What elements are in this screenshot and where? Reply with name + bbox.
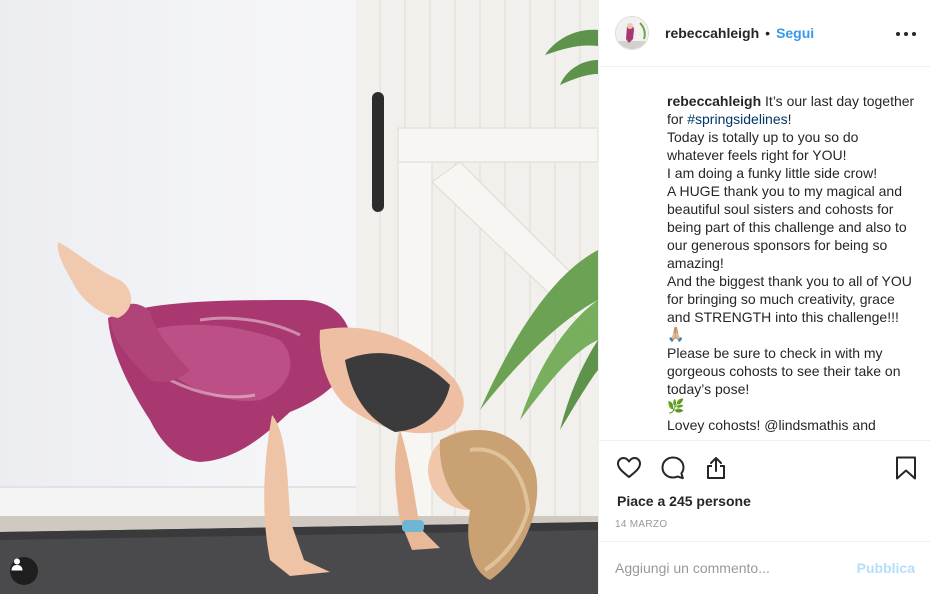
user-tags-button[interactable] [10, 557, 38, 585]
post-date[interactable]: 14 MARZO [615, 519, 667, 530]
bookmark-icon[interactable] [893, 455, 919, 481]
avatar-image [616, 17, 648, 49]
caption: rebeccahleigh It’s our last day together… [667, 92, 919, 434]
share-icon[interactable] [703, 455, 729, 481]
post-photo[interactable] [0, 0, 598, 594]
post-actions-section: Piace a 245 persone 14 MARZO [599, 440, 930, 530]
follow-button[interactable]: Segui [776, 25, 814, 41]
caption-emoji-herb: 🌿 [667, 399, 685, 415]
hashtag-link[interactable]: #springsidelines [687, 111, 787, 127]
caption-line: Today is totally up to you so do whateve… [667, 129, 859, 163]
yoga-photo-illustration [0, 0, 598, 594]
caption-exclaim: ! [787, 111, 792, 127]
caption-line: Lovey cohosts! @lindsmathis and [667, 417, 876, 433]
avatar[interactable] [615, 16, 649, 50]
person-icon [11, 558, 23, 571]
post-header: rebeccahleigh • Segui [599, 0, 930, 67]
caption-emoji-pray: 🙏🏼 [667, 327, 685, 343]
publish-button[interactable]: Pubblica [857, 560, 915, 576]
comment-input[interactable] [615, 560, 857, 576]
more-options-icon[interactable] [896, 24, 916, 44]
action-bar [599, 441, 930, 493]
caption-username[interactable]: rebeccahleigh [667, 93, 761, 109]
likes-count[interactable]: Piace a 245 persone [617, 493, 751, 509]
caption-line: And the biggest thank you to all of YOU … [667, 273, 912, 325]
separator-dot: • [765, 25, 771, 41]
caption-line: I am doing a funky little side crow! [667, 165, 878, 181]
caption-line: Please be sure to check in with my gorge… [667, 345, 901, 397]
caption-line: A HUGE thank you to my magical and beaut… [667, 183, 907, 271]
comment-form: Pubblica [599, 541, 930, 594]
header-username[interactable]: rebeccahleigh [665, 25, 759, 41]
heart-icon[interactable] [616, 455, 642, 481]
post-details-panel: rebeccahleigh • Segui rebeccahleigh It’s… [598, 0, 930, 594]
comment-icon[interactable] [660, 455, 686, 481]
caption-scroll-area[interactable]: rebeccahleigh It’s our last day together… [599, 68, 930, 440]
